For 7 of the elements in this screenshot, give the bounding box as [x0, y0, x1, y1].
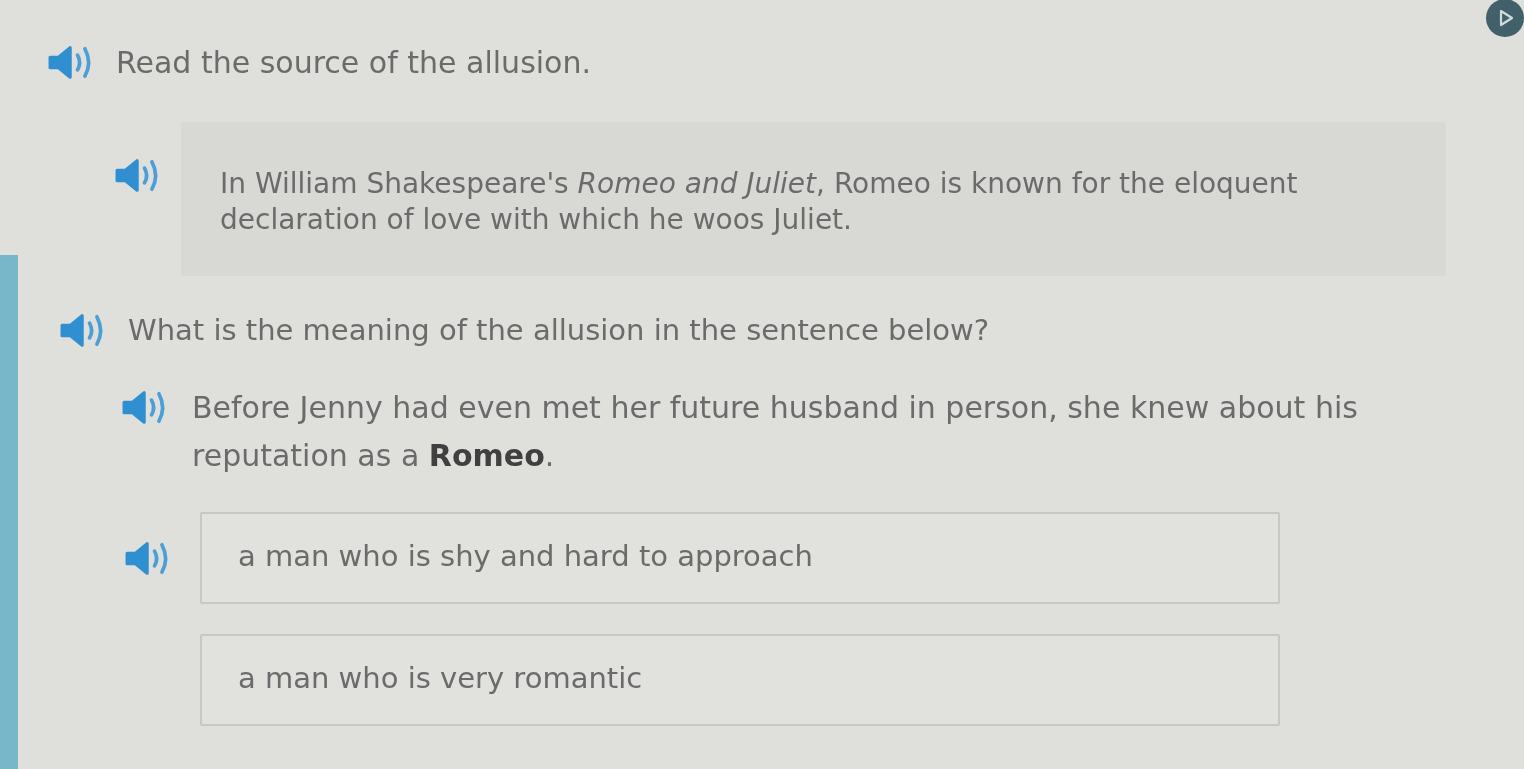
- question-text: What is the meaning of the allusion in the sentence below?: [128, 313, 990, 347]
- answer-choice[interactable]: a man who is shy and hard to approach: [200, 512, 1280, 604]
- play-icon[interactable]: [1486, 0, 1524, 37]
- answer-choice[interactable]: a man who is very romantic: [200, 634, 1280, 726]
- instruction-text: Read the source of the allusion.: [116, 44, 591, 80]
- source-text: In William Shakespeare's Romeo and Juliet, Romeo is known for the eloquent declaration of love with which he woos Juliet.: [220, 166, 1299, 238]
- example-sentence: Before Jenny had even met her future husband in person, she knew about his reputation as a Romeo.: [192, 389, 1359, 475]
